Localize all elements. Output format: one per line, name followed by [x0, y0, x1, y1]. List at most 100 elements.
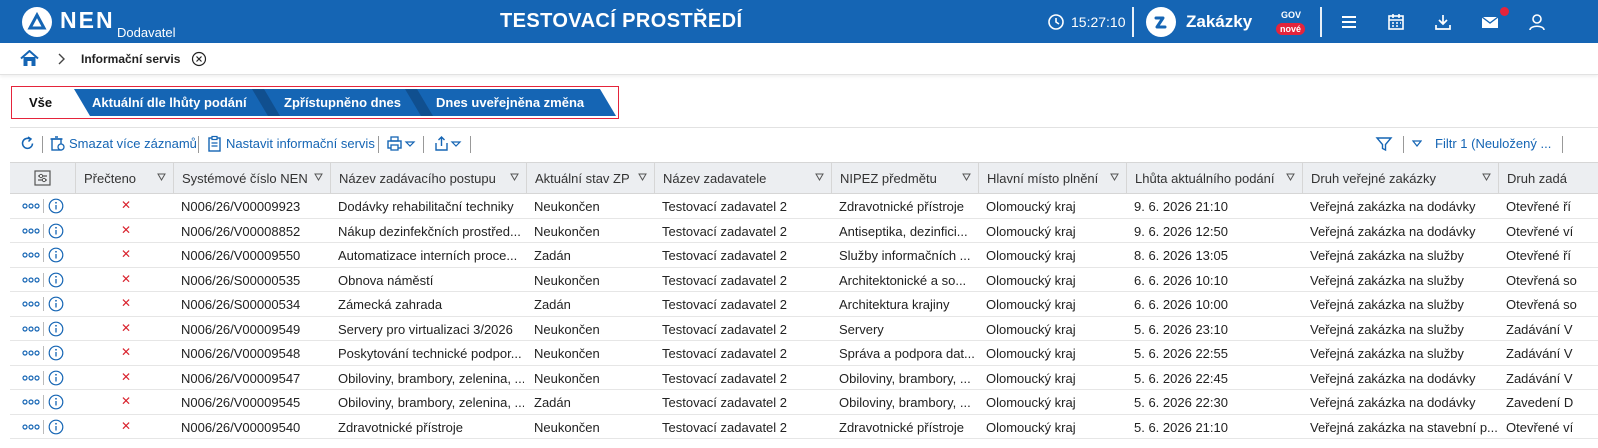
download-icon[interactable] [1432, 11, 1454, 33]
column-header-systemove-cislo[interactable]: Systémové číslo NEN [173, 163, 330, 194]
row-icon-divider [43, 248, 44, 262]
user-icon[interactable] [1526, 11, 1548, 33]
table-row[interactable]: ✕ N006/26/V00009923 Dodávky rehabilitační … [10, 194, 1598, 219]
read-status-icon: ✕ [121, 222, 132, 237]
table-row[interactable]: ✕ N006/26/S00000534 Zámecká zahrada Zadán Te… [10, 292, 1598, 317]
column-header-druh-zadavani[interactable]: Druh zadá [1498, 163, 1598, 194]
refresh-icon[interactable] [19, 135, 36, 152]
more-options-icon[interactable] [22, 423, 40, 430]
info-icon[interactable] [48, 247, 64, 263]
info-icon[interactable] [48, 419, 64, 435]
table-cell: Olomoucký kraj [986, 297, 1076, 312]
table-cell: Architektura krajiny [839, 297, 950, 312]
table-cell: Veřejná zakázka na služby [1310, 272, 1464, 288]
table-cell: Zámecká zahrada [338, 297, 443, 312]
table-cell: Neukončen [534, 321, 600, 337]
column-filter-icon[interactable] [962, 173, 971, 182]
table-row[interactable]: ✕ N006/26/V00009548 Poskytování technické … [10, 341, 1598, 366]
table-cell: Zdravotnické přístroje [839, 199, 964, 214]
delete-multiple-button[interactable]: Smazat více záznamů [69, 136, 197, 151]
tab-vse[interactable]: Vše [14, 89, 74, 116]
more-options-icon[interactable] [22, 350, 40, 356]
filter-icon[interactable] [1375, 135, 1393, 153]
tab-zpristupneno-dnes[interactable]: Zpřístupněno dnes [264, 89, 417, 116]
more-options-icon[interactable] [22, 252, 40, 258]
column-filter-icon[interactable] [157, 173, 166, 182]
column-filter-icon[interactable] [638, 173, 647, 182]
tab-aktualni-dle-lhuty[interactable]: Aktuální dle lhůty podání [74, 89, 264, 116]
filter-select[interactable]: Filtr 1 (Neuložený ... [1435, 136, 1551, 151]
table-cell: Otevřené ří [1506, 248, 1572, 263]
zakazky-logo-icon [1146, 7, 1176, 37]
tab-notch [74, 89, 90, 116]
info-icon[interactable] [48, 370, 64, 386]
table-cell: 5. 6. 2026 22:45 [1134, 370, 1228, 386]
zakazky-new-badge: nové [1276, 23, 1306, 35]
table-cell: Architektonické a so... [839, 272, 967, 288]
close-icon[interactable] [191, 51, 207, 67]
column-settings-icon[interactable] [34, 170, 51, 186]
tab-dnes-uverejnena-zmena[interactable]: Dnes uveřejněna změna [417, 89, 616, 116]
print-icon[interactable] [386, 135, 416, 152]
column-filter-icon[interactable] [1110, 173, 1119, 182]
table-cell: Veřejná zakázka na služby [1310, 248, 1464, 263]
table-cell: 5. 6. 2026 22:30 [1134, 395, 1228, 410]
column-header-druh-zakazky[interactable]: Druh veřejné zakázky [1302, 163, 1498, 194]
read-status-icon: ✕ [121, 345, 132, 359]
menu-icon[interactable] [1338, 11, 1360, 33]
info-icon[interactable] [48, 345, 64, 361]
column-header-aktualni-stav[interactable]: Aktuální stav ZP [526, 163, 654, 194]
more-options-icon[interactable] [22, 399, 40, 405]
column-header-misto-plneni[interactable]: Hlavní místo plnění [978, 163, 1126, 194]
table-cell: N006/26/V00009550 [181, 248, 301, 263]
read-status-icon: ✕ [121, 247, 132, 261]
table-cell: N006/26/S00000534 [181, 297, 301, 312]
column-filter-icon[interactable] [510, 173, 519, 182]
table-row[interactable]: ✕ N006/26/V00009540 Zdravotnické přístroje… [10, 415, 1598, 439]
table-cell: Otevřené ví [1506, 419, 1574, 435]
table-row[interactable]: ✕ N006/26/V00009545 Obiloviny, brambory, z… [10, 390, 1598, 415]
export-icon[interactable] [433, 135, 463, 152]
column-header-lhuta-podani[interactable]: Lhůta aktuálního podání [1126, 163, 1302, 194]
mail-icon[interactable] [1479, 11, 1501, 33]
column-filter-icon[interactable] [1286, 173, 1295, 182]
column-filter-icon[interactable] [1482, 173, 1491, 182]
more-options-icon[interactable] [22, 276, 40, 283]
info-icon[interactable] [48, 394, 64, 410]
column-header-nazev-zadavatele[interactable]: Název zadavatele [654, 163, 831, 194]
tab-notch [600, 89, 616, 116]
delete-settings-icon [50, 136, 65, 151]
table-row[interactable]: ✕ N006/26/V00009550 Automatizace interních… [10, 243, 1598, 268]
header-divider [1132, 7, 1134, 37]
table-row[interactable]: ✕ N006/26/V00009549 Servery pro virtualiza… [10, 317, 1598, 341]
column-header-nipez[interactable]: NIPEZ předmětu [831, 163, 978, 194]
table-cell: 5. 6. 2026 21:10 [1134, 419, 1228, 435]
info-icon[interactable] [48, 321, 64, 337]
table-cell: Nákup dezinfekčních prostřed... [338, 223, 521, 239]
table-cell: Olomoucký kraj [986, 346, 1076, 361]
info-icon[interactable] [48, 198, 64, 214]
table-row[interactable]: ✕ N006/26/V00009547 Obiloviny, brambory, z… [10, 366, 1598, 390]
table-row[interactable]: ✕ N006/26/V00008852 Nákup dezinfekčních pr… [10, 219, 1598, 243]
column-filter-icon[interactable] [314, 173, 323, 182]
more-options-icon[interactable] [22, 301, 40, 307]
row-icon-divider [43, 346, 44, 360]
more-options-icon[interactable] [22, 325, 40, 332]
more-options-icon[interactable] [22, 203, 40, 209]
info-icon[interactable] [48, 272, 64, 288]
more-options-icon[interactable] [22, 374, 40, 381]
home-icon[interactable] [20, 50, 39, 67]
column-filter-icon[interactable] [815, 173, 824, 182]
table-cell: Správa a podpora dat... [839, 346, 975, 361]
table-row[interactable]: ✕ N006/26/S00000535 Obnova náměstí Neukonče… [10, 268, 1598, 292]
column-header-nazev-postupu[interactable]: Název zadávacího postupu [330, 163, 526, 194]
more-options-icon[interactable] [22, 227, 40, 234]
setup-info-service-button[interactable]: Nastavit informační servis [226, 136, 375, 151]
info-icon[interactable] [48, 223, 64, 239]
table-cell: Obiloviny, brambory, zelenina, ... [338, 395, 524, 410]
table-cell: Olomoucký kraj [986, 321, 1076, 337]
info-icon[interactable] [48, 296, 64, 312]
table-cell: Olomoucký kraj [986, 370, 1076, 386]
column-header-precteno[interactable]: Přečteno [75, 163, 173, 194]
calendar-icon[interactable] [1385, 11, 1407, 33]
